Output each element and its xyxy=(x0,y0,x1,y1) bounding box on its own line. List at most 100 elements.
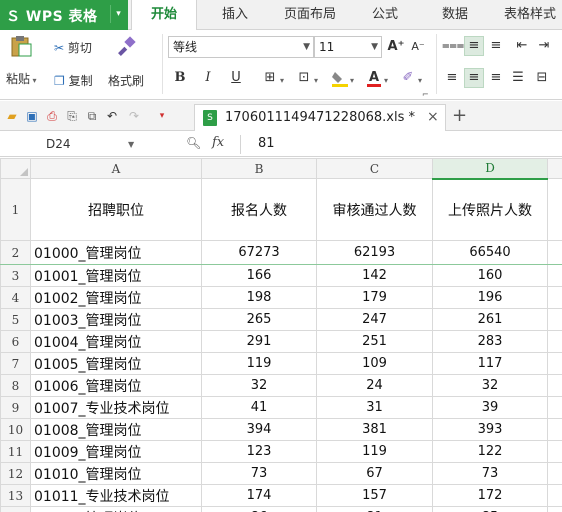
table-cell[interactable] xyxy=(547,286,562,309)
table-cell[interactable] xyxy=(547,506,562,512)
column-header-a[interactable]: A xyxy=(30,158,202,179)
table-cell[interactable] xyxy=(547,264,562,287)
column-header-e[interactable] xyxy=(547,158,562,179)
font-settings-launcher-icon[interactable]: ⌐ xyxy=(422,90,429,99)
row-header[interactable]: 14 xyxy=(0,506,31,512)
table-cell[interactable]: 01007_专业技术岗位 xyxy=(30,396,202,419)
app-menu-dropdown-icon[interactable]: ▾ xyxy=(110,5,126,23)
table-cell[interactable]: 01004_管理岗位 xyxy=(30,330,202,353)
fill-color-dropdown-icon[interactable]: ▾ xyxy=(350,76,354,85)
align-right-icon[interactable]: ≡ xyxy=(486,68,506,88)
align-bottom-icon[interactable]: ≡ xyxy=(486,36,506,56)
table-cell[interactable]: 85 xyxy=(432,506,548,512)
font-size-select[interactable]: 11 ▼ xyxy=(314,36,382,58)
table-cell[interactable]: 41 xyxy=(201,396,317,419)
undo-icon[interactable]: ↶ xyxy=(104,108,120,124)
tab-insert[interactable]: 插入 xyxy=(206,0,264,30)
row-header[interactable]: 11 xyxy=(0,440,31,463)
justify-icon[interactable]: ☰ xyxy=(508,68,528,88)
border-dropdown-icon[interactable]: ▾ xyxy=(280,76,284,85)
border-icon[interactable]: ⊞ xyxy=(260,68,280,88)
table-cell[interactable]: 291 xyxy=(201,330,317,353)
redo-icon[interactable]: ↷ xyxy=(126,108,142,124)
export-pdf-icon[interactable]: ⎙ xyxy=(44,108,60,124)
font-color-button[interactable]: A xyxy=(364,68,384,88)
table-cell[interactable]: 393 xyxy=(432,418,548,441)
open-folder-icon[interactable]: ▰ xyxy=(4,108,20,124)
table-cell[interactable]: 123 xyxy=(201,440,317,463)
table-cell[interactable] xyxy=(547,178,562,241)
table-cell[interactable]: 01008_管理岗位 xyxy=(30,418,202,441)
clear-format-icon[interactable]: ✐ xyxy=(398,68,418,88)
row-header[interactable]: 12 xyxy=(0,462,31,485)
table-cell[interactable]: 01006_管理岗位 xyxy=(30,374,202,397)
table-cell[interactable]: 157 xyxy=(316,484,433,507)
align-left-icon[interactable]: ≡ xyxy=(442,68,462,88)
table-cell[interactable]: 166 xyxy=(201,264,317,287)
row-header[interactable]: 10 xyxy=(0,418,31,441)
table-cell[interactable]: 172 xyxy=(432,484,548,507)
row-header[interactable]: 3 xyxy=(0,264,31,287)
table-cell[interactable]: 86 xyxy=(201,506,317,512)
table-cell[interactable] xyxy=(547,396,562,419)
table-cell[interactable]: 32 xyxy=(432,374,548,397)
fill-color-icon[interactable] xyxy=(330,68,350,88)
table-cell[interactable]: 01003_管理岗位 xyxy=(30,308,202,331)
format-brush-icon[interactable] xyxy=(116,36,138,58)
table-cell[interactable]: 66540 xyxy=(432,240,548,265)
row-header[interactable]: 1 xyxy=(0,178,31,241)
row-header[interactable]: 2 xyxy=(0,240,31,265)
table-cell[interactable] xyxy=(547,484,562,507)
table-cell[interactable]: 160 xyxy=(432,264,548,287)
table-cell[interactable] xyxy=(547,418,562,441)
bold-button[interactable]: B xyxy=(170,68,190,88)
italic-button[interactable]: I xyxy=(198,68,218,88)
table-cell[interactable]: 67 xyxy=(316,462,433,485)
shrink-font-button[interactable]: A⁻ xyxy=(408,37,428,57)
table-cell[interactable] xyxy=(547,374,562,397)
row-header[interactable]: 9 xyxy=(0,396,31,419)
table-cell[interactable]: 174 xyxy=(201,484,317,507)
font-color-dropdown-icon[interactable]: ▾ xyxy=(384,76,388,85)
increase-indent-icon[interactable]: ⇥ xyxy=(534,36,554,56)
tab-home[interactable]: 开始 xyxy=(131,0,197,31)
table-cell[interactable]: 117 xyxy=(432,352,548,375)
table-cell[interactable]: 01002_管理岗位 xyxy=(30,286,202,309)
row-header[interactable]: 7 xyxy=(0,352,31,375)
align-center-icon[interactable]: ≡ xyxy=(464,68,484,88)
underline-button[interactable]: U xyxy=(226,68,246,88)
row-header[interactable]: 4 xyxy=(0,286,31,309)
formula-input[interactable]: 81 xyxy=(258,136,275,151)
table-cell[interactable]: 119 xyxy=(316,440,433,463)
table-cell[interactable]: 01011_专业技术岗位 xyxy=(30,484,202,507)
table-cell[interactable]: 上传照片人数 xyxy=(432,178,548,241)
column-header-c[interactable]: C xyxy=(316,158,433,179)
table-cell[interactable]: 119 xyxy=(201,352,317,375)
table-cell[interactable] xyxy=(547,330,562,353)
font-name-select[interactable]: 等线 ▼ xyxy=(168,36,314,58)
table-cell[interactable]: 381 xyxy=(316,418,433,441)
app-menu-button[interactable]: Ｓ WPS 表格 ▾ xyxy=(0,0,128,30)
print-preview-icon[interactable]: ⧉ xyxy=(84,108,100,124)
table-cell[interactable]: 122 xyxy=(432,440,548,463)
tab-formula[interactable]: 公式 xyxy=(356,0,414,30)
table-cell[interactable] xyxy=(547,440,562,463)
table-cell[interactable]: 24 xyxy=(316,374,433,397)
table-cell[interactable] xyxy=(547,462,562,485)
select-all-corner[interactable] xyxy=(0,158,31,179)
table-cell[interactable]: 109 xyxy=(316,352,433,375)
table-cell[interactable]: 73 xyxy=(432,462,548,485)
cut-button[interactable]: ✂ 剪切 xyxy=(54,39,92,56)
table-cell[interactable]: 01005_管理岗位 xyxy=(30,352,202,375)
table-cell[interactable]: 265 xyxy=(201,308,317,331)
column-header-d[interactable]: D xyxy=(432,158,548,180)
paste-icon[interactable] xyxy=(8,34,34,58)
table-cell[interactable]: 67273 xyxy=(201,240,317,265)
table-cell[interactable]: 01000_管理岗位 xyxy=(30,240,202,265)
tab-table-style[interactable]: 表格样式 xyxy=(494,0,562,30)
table-cell[interactable]: 394 xyxy=(201,418,317,441)
table-cell[interactable]: 142 xyxy=(316,264,433,287)
document-tab[interactable]: S 1706011149471228068.xls * × xyxy=(194,104,446,131)
row-header[interactable]: 5 xyxy=(0,308,31,331)
table-cell[interactable]: 31 xyxy=(316,396,433,419)
